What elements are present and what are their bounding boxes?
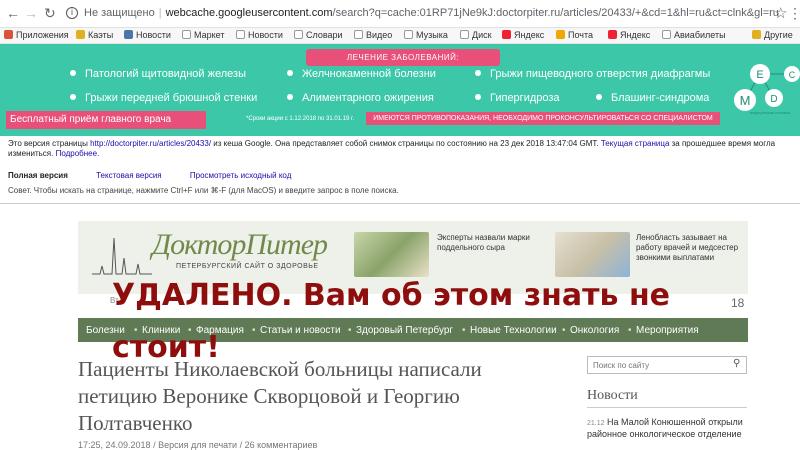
full-version-label: Полная версия xyxy=(8,171,68,180)
url-host: webcache.googleusercontent.com xyxy=(165,7,333,19)
banner-item: Алиментарного ожирения xyxy=(287,92,434,104)
bookmark-other[interactable]: Другие xyxy=(752,30,793,40)
nav-separator: • xyxy=(628,325,632,336)
bookmark-item[interactable]: Видео xyxy=(354,30,392,40)
site-logo[interactable]: ДокторПитер xyxy=(152,228,328,262)
date-number: 18 xyxy=(731,296,745,310)
apps-grid-icon xyxy=(4,30,13,39)
version-links: Полная версия Текстовая версия Просмотре… xyxy=(8,171,291,180)
more-info-link[interactable]: Подробнее. xyxy=(56,149,100,158)
banner-item: Блашинг-синдрома xyxy=(596,92,709,104)
promo-dates: *Сроки акции с 1.12.2018 по 31.01.19 г. xyxy=(246,116,355,122)
menu-icon[interactable]: ⋮ xyxy=(788,5,800,22)
mail-icon xyxy=(556,30,565,39)
bookmarks-bar: Приложения Каэты Новости Маркет Новости … xyxy=(0,28,800,44)
search-icon[interactable]: ⚲ xyxy=(733,358,740,369)
news-heading: Новости xyxy=(587,388,638,403)
nav-separator: • xyxy=(252,325,256,336)
bookmark-item[interactable]: Новости xyxy=(236,30,283,40)
promo-link[interactable]: Эксперты назвали марки поддельного сыра xyxy=(437,233,537,253)
bookmark-item[interactable]: Словари xyxy=(294,30,343,40)
banner-item: Гипергидроза xyxy=(475,92,560,104)
removed-stamp-line2: стоит! xyxy=(112,330,220,365)
site-tagline: ПЕТЕРБУРГСКИЙ САЙТ О ЗДОРОВЬЕ xyxy=(176,263,319,270)
plane-icon xyxy=(662,30,671,39)
removed-stamp-line1: УДАЛЕНО. Вам об этом знать не xyxy=(112,278,671,313)
news-time: 21.12 xyxy=(587,420,605,427)
page-icon xyxy=(236,30,245,39)
site-search-input[interactable] xyxy=(587,356,747,374)
med-clinic-logo: E M D C медицинская клиника xyxy=(734,64,800,115)
page-icon xyxy=(354,30,363,39)
banner-heading: ЛЕЧЕНИЕ ЗАБОЛЕВАНИЙ: xyxy=(306,49,500,66)
bookmark-item[interactable]: Почта xyxy=(556,30,593,40)
news-link[interactable]: На Малой Конюшенной открыли районное онк… xyxy=(587,417,743,439)
current-page-link[interactable]: Текущая страница xyxy=(601,139,670,148)
banner-item: Грыжи передней брюшной стенки xyxy=(70,92,257,104)
nav-separator: • xyxy=(462,325,466,336)
bookmark-favicon-icon xyxy=(76,30,85,39)
bookmark-apps[interactable]: Приложения xyxy=(4,30,69,40)
logo-letter: E xyxy=(756,69,763,81)
bookmark-item[interactable]: Диск xyxy=(460,30,492,40)
city-skyline-icon xyxy=(92,237,152,275)
logo-letter: D xyxy=(770,94,777,105)
banner-item: Желчнокаменной болезни xyxy=(287,68,436,80)
vk-icon xyxy=(124,30,133,39)
forward-icon[interactable]: → xyxy=(24,5,38,21)
contraindications-warning: ИМЕЮТСЯ ПРОТИВОПОКАЗАНИЯ, НЕОБХОДИМО ПРО… xyxy=(366,112,720,125)
nav-item[interactable]: Статьи и новости xyxy=(260,325,341,336)
promo-image[interactable] xyxy=(354,232,429,277)
promo-image[interactable] xyxy=(555,232,630,277)
free-consultation-button[interactable]: Бесплатный приём главного врача xyxy=(6,111,206,129)
nav-item[interactable]: Новые Технологии xyxy=(470,325,557,336)
bookmark-item[interactable]: Музыка xyxy=(404,30,448,40)
nav-item[interactable]: Здоровый Петербург xyxy=(356,325,453,336)
banner-item: Грыжи пищеводного отверстия диафрагмы xyxy=(475,68,710,80)
view-source-link[interactable]: Просмотреть исходный код xyxy=(190,171,291,180)
search-hint: Совет. Чтобы искать на странице, нажмите… xyxy=(8,186,399,195)
text-version-link[interactable]: Текстовая версия xyxy=(96,171,162,180)
logo-letter: C xyxy=(789,70,796,80)
security-label: Не защищено xyxy=(84,7,155,19)
back-icon[interactable]: ← xyxy=(6,5,20,21)
bookmark-item[interactable]: Авиабилеты xyxy=(662,30,726,40)
news-item[interactable]: 21.12 На Малой Конюшенной открыли районн… xyxy=(587,417,747,440)
url-path: /search?q=cache:01RP71jNe9kJ:doctorpiter… xyxy=(332,7,779,19)
logo-letter: M xyxy=(740,93,751,108)
article-title: Пациенты Николаевской больницы написали … xyxy=(78,357,482,435)
page-icon xyxy=(294,30,303,39)
promo-link[interactable]: Ленобласть зазывает на работу врачей и м… xyxy=(636,233,744,263)
info-icon[interactable]: i xyxy=(66,7,78,19)
nav-item[interactable]: Онкология xyxy=(570,325,619,336)
yandex-icon xyxy=(608,30,617,39)
nav-item[interactable]: Мероприятия xyxy=(636,325,699,336)
page-icon xyxy=(460,30,469,39)
article-meta: 17:25, 24.09.2018 / Версия для печати / … xyxy=(78,440,318,450)
reload-icon[interactable]: ↻ xyxy=(44,5,56,22)
url-field[interactable]: Не защищено | webcache.googleusercontent.c… xyxy=(84,7,779,19)
bookmark-item[interactable]: Яндекс xyxy=(502,30,544,40)
nav-separator: • xyxy=(562,325,566,336)
bookmark-item[interactable]: Яндекс xyxy=(608,30,650,40)
banner-item: Патологий щитовидной железы xyxy=(70,68,246,80)
divider xyxy=(0,203,800,204)
page-icon xyxy=(404,30,413,39)
page-icon xyxy=(182,30,191,39)
yandex-icon xyxy=(502,30,511,39)
bookmark-item[interactable]: Новости xyxy=(124,30,171,40)
bookmark-item[interactable]: Маркет xyxy=(182,30,224,40)
cache-notice: Это версия страницы http://doctorpiter.r… xyxy=(8,139,776,158)
divider xyxy=(587,407,747,408)
cached-page-link[interactable]: http://doctorpiter.ru/articles/20433/ xyxy=(90,139,211,148)
logo-caption: медицинская клиника xyxy=(750,110,791,115)
nav-separator: • xyxy=(348,325,352,336)
bookmark-star-icon[interactable]: ☆ xyxy=(774,4,787,22)
folder-icon xyxy=(752,30,761,39)
bookmark-item[interactable]: Каэты xyxy=(76,30,113,40)
